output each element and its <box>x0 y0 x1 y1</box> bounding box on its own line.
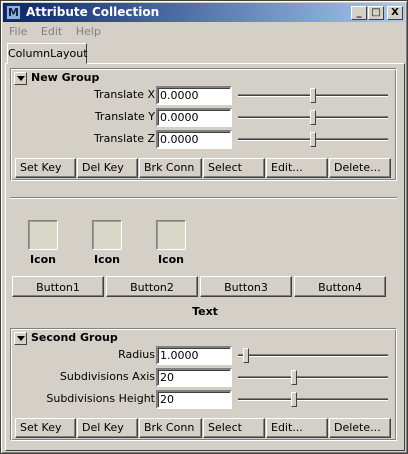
edit-button[interactable]: Edit... <box>266 418 328 438</box>
maya-icon: M <box>6 5 21 20</box>
slider-thumb[interactable] <box>290 392 297 407</box>
new-group-title: New Group <box>31 71 100 84</box>
menu-file[interactable]: File <box>4 24 32 40</box>
radius-row: Radius 1.0000 <box>11 346 396 366</box>
icon-1-image[interactable] <box>28 220 58 250</box>
translate-y-slider[interactable] <box>238 108 388 127</box>
brk-conn-button[interactable]: Brk Conn <box>139 158 202 178</box>
subdivisions-height-slider[interactable] <box>238 390 388 409</box>
tab-column-layout[interactable]: ColumnLayout <box>7 43 88 64</box>
select-button[interactable]: Select <box>203 418 265 438</box>
select-button[interactable]: Select <box>203 158 265 178</box>
menu-bar: File Edit Help <box>4 24 106 41</box>
icon-3-label: Icon <box>157 253 184 266</box>
translate-x-field[interactable]: 0.0000 <box>156 86 232 105</box>
menu-help[interactable]: Help <box>71 24 106 40</box>
second-group-title: Second Group <box>31 331 118 344</box>
delete-button[interactable]: Delete... <box>329 418 391 438</box>
slider-thumb[interactable] <box>310 110 316 125</box>
slider-thumb[interactable] <box>310 132 316 147</box>
title-bar[interactable]: M Attribute Collection _ □ X <box>3 3 405 22</box>
subdivisions-height-field[interactable]: 20 <box>156 390 232 409</box>
maximize-button[interactable]: □ <box>368 6 384 20</box>
separator <box>10 197 397 199</box>
radius-slider[interactable] <box>238 346 388 365</box>
translate-x-slider[interactable] <box>238 86 388 105</box>
radius-field[interactable]: 1.0000 <box>156 346 232 365</box>
edit-button[interactable]: Edit... <box>266 158 328 178</box>
del-key-button[interactable]: Del Key <box>77 418 138 438</box>
translate-x-label: Translate X <box>94 88 155 101</box>
slider-track <box>238 376 388 379</box>
translate-y-field[interactable]: 0.0000 <box>156 108 232 127</box>
translate-z-row: Translate Z 0.0000 <box>11 130 396 150</box>
button1[interactable]: Button1 <box>12 276 104 297</box>
translate-x-row: Translate X 0.0000 <box>11 86 396 106</box>
button3[interactable]: Button3 <box>200 276 292 297</box>
menu-edit[interactable]: Edit <box>36 24 67 40</box>
delete-button[interactable]: Delete... <box>329 158 391 178</box>
translate-y-label: Translate Y <box>94 110 155 123</box>
slider-track <box>238 354 388 357</box>
icon-3-image[interactable] <box>156 220 186 250</box>
minimize-button[interactable]: _ <box>351 6 367 20</box>
button4[interactable]: Button4 <box>294 276 386 297</box>
button2[interactable]: Button2 <box>106 276 198 297</box>
set-key-button[interactable]: Set Key <box>15 418 76 438</box>
subdivisions-axis-slider[interactable] <box>238 368 388 387</box>
slider-track <box>238 398 388 401</box>
subdivisions-axis-row: Subdivisions Axis 20 <box>11 368 396 388</box>
icon-2-image[interactable] <box>92 220 122 250</box>
radius-label: Radius <box>118 348 155 361</box>
brk-conn-button[interactable]: Brk Conn <box>139 418 202 438</box>
translate-z-field[interactable]: 0.0000 <box>156 130 232 149</box>
subdivisions-axis-field[interactable]: 20 <box>156 368 232 387</box>
subdivisions-height-label: Subdivisions Height <box>46 392 155 405</box>
text-label: Text <box>192 305 218 318</box>
slider-thumb[interactable] <box>310 88 316 103</box>
collapse-arrow-icon[interactable] <box>14 72 27 85</box>
translate-z-label: Translate Z <box>94 132 155 145</box>
translate-z-slider[interactable] <box>238 130 388 149</box>
del-key-button[interactable]: Del Key <box>77 158 138 178</box>
new-group-frame: New Group Translate X 0.0000 Translate Y… <box>10 68 397 181</box>
attribute-collection-window: M Attribute Collection _ □ X File Edit H… <box>0 0 408 454</box>
collapse-arrow-icon[interactable] <box>14 332 27 345</box>
subdivisions-height-row: Subdivisions Height 20 <box>11 390 396 410</box>
slider-thumb[interactable] <box>242 348 249 363</box>
translate-y-row: Translate Y 0.0000 <box>11 108 396 128</box>
window-title: Attribute Collection <box>26 5 160 19</box>
slider-thumb[interactable] <box>290 370 297 385</box>
set-key-button[interactable]: Set Key <box>15 158 76 178</box>
subdivisions-axis-label: Subdivisions Axis <box>59 370 155 383</box>
icon-1-label: Icon <box>29 253 56 266</box>
close-button[interactable]: X <box>387 6 403 20</box>
icon-2-label: Icon <box>93 253 120 266</box>
second-group-frame: Second Group Radius 1.0000 Subdivisions … <box>10 328 397 441</box>
